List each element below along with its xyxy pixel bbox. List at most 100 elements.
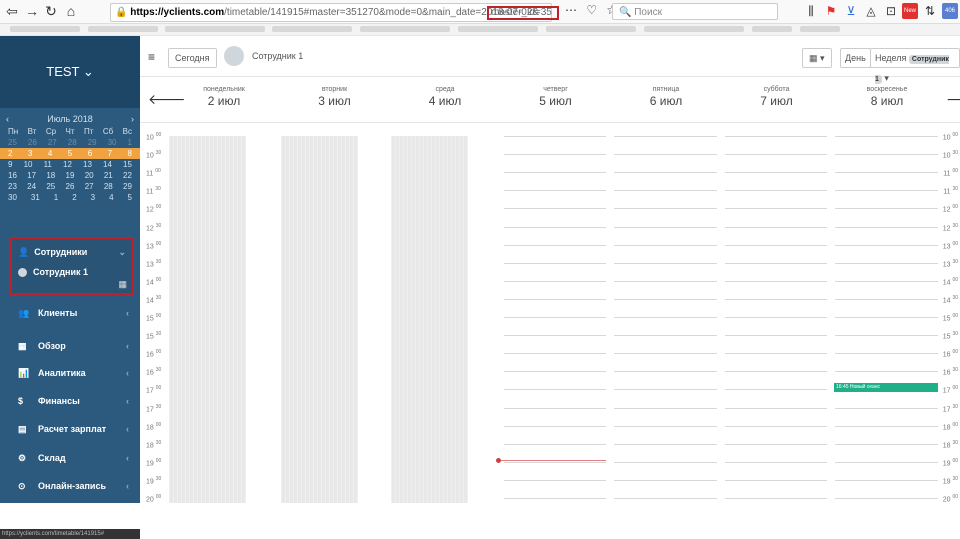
bookmark-flag-icon[interactable]: ⚑ [823,3,839,19]
sidebar-item[interactable]: ▦ Обзор ‹ [0,335,140,357]
calendar-day[interactable]: 17 [27,171,36,180]
staff-calendar-icon[interactable]: ▦ [118,279,127,290]
time-slot-line[interactable] [503,425,606,427]
calendar-day[interactable]: 25 [8,138,17,147]
calendar-day[interactable]: 14 [103,160,112,169]
time-slot-line[interactable] [724,154,827,156]
calendar-day[interactable]: 11 [44,160,52,169]
day-header[interactable]: среда 4 июл [390,86,500,108]
time-slot-line[interactable] [724,425,827,427]
calendar-day[interactable]: 28 [68,138,77,147]
time-slot-line[interactable] [503,262,606,264]
library-icon[interactable]: ⫼ [803,3,819,19]
time-slot-line[interactable] [724,479,827,481]
time-slot-line[interactable] [503,136,606,137]
time-slot-line[interactable] [614,443,717,445]
calendar-day[interactable]: 21 [104,171,113,180]
screenshot-icon[interactable]: ⊡ [883,3,899,19]
time-slot-line[interactable] [503,190,606,192]
time-slot-line[interactable] [614,262,717,264]
time-slot-line[interactable] [724,262,827,264]
time-slot-line[interactable] [835,498,938,499]
calendar-day[interactable]: 28 [104,182,113,191]
time-slot-line[interactable] [614,154,717,156]
bookmark-item[interactable] [644,26,744,32]
day-view-button[interactable]: День [840,48,871,68]
time-slot-line[interactable] [614,371,717,373]
time-slot-line[interactable] [835,479,938,481]
calendar-day[interactable]: 8 [128,149,132,158]
calendar-day[interactable]: 24 [27,182,36,191]
time-slot-line[interactable] [614,172,717,174]
time-slot-line[interactable] [724,498,827,499]
day-header[interactable]: понедельник 2 июл [169,86,279,108]
time-slot-line[interactable] [724,136,827,137]
time-slot-line[interactable] [835,317,938,318]
time-slot-line[interactable] [835,172,938,174]
time-slot-line[interactable] [724,244,827,246]
time-slot-line[interactable] [503,244,606,246]
time-slot-line[interactable] [614,479,717,481]
bookmark-item[interactable] [272,26,352,32]
time-slot-line[interactable] [503,443,606,445]
staff-member-item[interactable]: Сотрудник 1 [18,267,88,277]
calendar-picker-button[interactable]: ▦ ▾ [802,48,832,68]
reload-icon[interactable]: ↻ [42,2,60,20]
sidebar-item[interactable]: 📊 Аналитика ‹ [0,362,140,384]
time-slot-line[interactable] [835,407,938,409]
time-slot-line[interactable] [724,371,827,373]
week-view-select[interactable]: Неделя Сотрудник 1 ▾ [870,48,960,84]
time-slot-line[interactable] [835,226,938,228]
calendar-day[interactable]: 16 [8,171,17,180]
home-icon[interactable]: ⌂ [62,2,80,20]
time-slot-line[interactable] [835,298,938,300]
time-slot-line[interactable] [614,208,717,210]
calendar-day[interactable]: 29 [123,182,132,191]
time-slot-line[interactable] [503,208,606,210]
day-header[interactable]: вторник 3 июл [280,86,390,108]
calendar-day[interactable]: 30 [108,138,117,147]
bookmark-item[interactable] [360,26,450,32]
calendar-day[interactable]: 7 [108,149,112,158]
time-slot-line[interactable] [503,353,606,355]
sync-icon[interactable]: ⇅ [922,3,938,19]
calendar-day[interactable]: 5 [68,149,72,158]
time-slot-line[interactable] [724,461,827,463]
appointment-event[interactable]: 16:45 Новый сеанс [834,383,938,392]
bookmark-item[interactable] [752,26,792,32]
calendar-day[interactable]: 9 [8,160,12,169]
calendar-day[interactable]: 26 [28,138,37,147]
time-slot-line[interactable] [614,335,717,337]
day-header[interactable]: четверг 5 июл [501,86,611,108]
time-slot-line[interactable] [614,136,717,137]
time-slot-line[interactable] [724,298,827,300]
calendar-day[interactable]: 22 [123,171,132,180]
day-header[interactable]: пятница 6 июл [611,86,721,108]
time-slot-line[interactable] [835,208,938,210]
time-slot-line[interactable] [503,479,606,481]
bookmark-item[interactable] [458,26,538,32]
company-switcher[interactable]: TEST ⌄ [0,36,140,108]
time-slot-line[interactable] [724,172,827,174]
time-slot-line[interactable] [503,335,606,337]
calendar-day[interactable]: 3 [28,149,32,158]
forward-icon[interactable]: → [23,2,41,20]
time-slot-line[interactable] [835,262,938,264]
extension-icon[interactable]: ◬ [863,3,879,19]
back-icon[interactable]: ⇦ [3,2,21,20]
time-slot-line[interactable] [724,280,827,282]
sidebar-item[interactable]: ⊙ Онлайн-запись ‹ [0,475,140,497]
time-slot-line[interactable] [835,154,938,156]
today-button[interactable]: Сегодня [168,48,217,68]
time-slot-line[interactable] [835,443,938,445]
time-slot-line[interactable] [835,371,938,373]
bookmark-item[interactable] [800,26,840,32]
time-slot-line[interactable] [724,208,827,210]
calendar-day[interactable]: 5 [128,193,132,202]
time-slot-line[interactable] [614,298,717,300]
calendar-day[interactable]: 27 [85,182,94,191]
calendar-day[interactable]: 29 [88,138,97,147]
calendar-day[interactable]: 19 [66,171,75,180]
time-slot-line[interactable] [614,389,717,391]
hamburger-icon[interactable]: ≡ [148,50,155,64]
